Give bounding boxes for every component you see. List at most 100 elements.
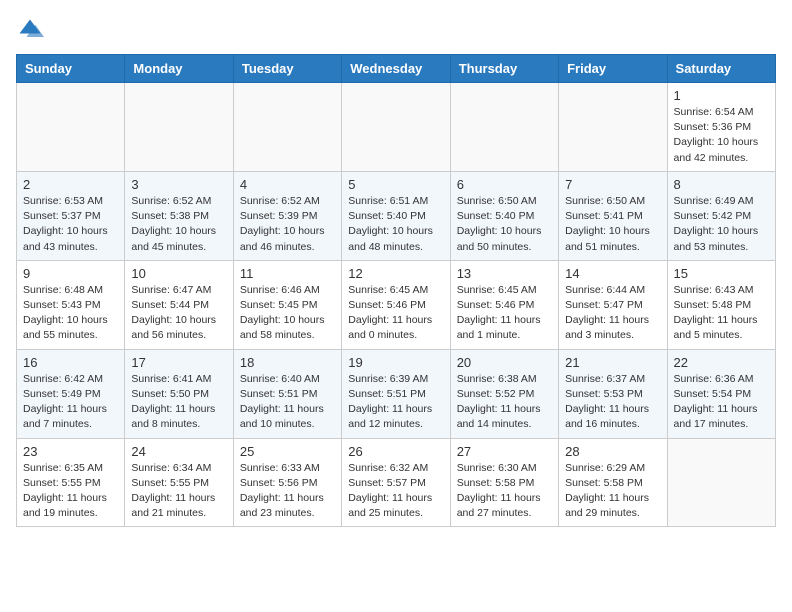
day-info: Sunrise: 6:45 AM Sunset: 5:46 PM Dayligh… [348, 283, 443, 344]
calendar-day-cell: 11 Sunrise: 6:46 AM Sunset: 5:45 PM Dayli… [233, 260, 341, 349]
day-info: Sunrise: 6:34 AM Sunset: 5:55 PM Dayligh… [131, 461, 226, 522]
calendar-day-cell: 17 Sunrise: 6:41 AM Sunset: 5:50 PM Dayli… [125, 349, 233, 438]
day-number: 10 [131, 266, 226, 281]
calendar-day-cell: 21 Sunrise: 6:37 AM Sunset: 5:53 PM Dayli… [559, 349, 667, 438]
calendar-week-row: 16Sunrise: 6:42 AM Sunset: 5:49 PM Dayli… [17, 349, 776, 438]
day-number: 27 [457, 444, 552, 459]
calendar-day-cell [17, 83, 125, 172]
day-info: Sunrise: 6:35 AM Sunset: 5:55 PM Dayligh… [23, 461, 118, 522]
day-number: 3 [131, 177, 226, 192]
day-number: 5 [348, 177, 443, 192]
calendar-week-row: 9 Sunrise: 6:48 AM Sunset: 5:43 PM Daylig… [17, 260, 776, 349]
day-number: 15 [674, 266, 769, 281]
logo [16, 16, 48, 44]
calendar-day-cell: 3 Sunrise: 6:52 AM Sunset: 5:38 PM Daylig… [125, 171, 233, 260]
calendar-table: SundayMondayTuesdayWednesdayThursdayFrid… [16, 54, 776, 527]
day-number: 1 [674, 88, 769, 103]
day-info: Sunrise: 6:38 AM Sunset: 5:52 PM Dayligh… [457, 372, 552, 433]
day-info: Sunrise: 6:30 AM Sunset: 5:58 PM Dayligh… [457, 461, 552, 522]
day-number: 17 [131, 355, 226, 370]
weekday-header-row: SundayMondayTuesdayWednesdayThursdayFrid… [17, 55, 776, 83]
day-number: 16 [23, 355, 118, 370]
calendar-day-cell: 26 Sunrise: 6:32 AM Sunset: 5:57 PM Dayli… [342, 438, 450, 527]
calendar-day-cell: 1 Sunrise: 6:54 AM Sunset: 5:36 PM Daylig… [667, 83, 775, 172]
calendar-day-cell: 22 Sunrise: 6:36 AM Sunset: 5:54 PM Dayli… [667, 349, 775, 438]
day-number: 26 [348, 444, 443, 459]
day-info: Sunrise: 6:37 AM Sunset: 5:53 PM Dayligh… [565, 372, 660, 433]
calendar-day-cell: 27 Sunrise: 6:30 AM Sunset: 5:58 PM Dayli… [450, 438, 558, 527]
day-info: Sunrise: 6:49 AM Sunset: 5:42 PM Dayligh… [674, 194, 769, 255]
day-number: 19 [348, 355, 443, 370]
calendar-week-row: 1 Sunrise: 6:54 AM Sunset: 5:36 PM Daylig… [17, 83, 776, 172]
calendar-day-cell [125, 83, 233, 172]
day-info: Sunrise: 6:41 AM Sunset: 5:50 PM Dayligh… [131, 372, 226, 433]
calendar-day-cell: 18 Sunrise: 6:40 AM Sunset: 5:51 PM Dayli… [233, 349, 341, 438]
calendar-day-cell: 8 Sunrise: 6:49 AM Sunset: 5:42 PM Daylig… [667, 171, 775, 260]
calendar-day-cell: 20 Sunrise: 6:38 AM Sunset: 5:52 PM Dayli… [450, 349, 558, 438]
day-number: 18 [240, 355, 335, 370]
calendar-week-row: 23Sunrise: 6:35 AM Sunset: 5:55 PM Dayli… [17, 438, 776, 527]
day-info: Sunrise: 6:45 AM Sunset: 5:46 PM Dayligh… [457, 283, 552, 344]
calendar-day-cell [667, 438, 775, 527]
calendar-day-cell: 9 Sunrise: 6:48 AM Sunset: 5:43 PM Daylig… [17, 260, 125, 349]
day-number: 28 [565, 444, 660, 459]
calendar-day-cell: 2Sunrise: 6:53 AM Sunset: 5:37 PM Daylig… [17, 171, 125, 260]
page-header [16, 16, 776, 44]
day-info: Sunrise: 6:29 AM Sunset: 5:58 PM Dayligh… [565, 461, 660, 522]
day-info: Sunrise: 6:52 AM Sunset: 5:38 PM Dayligh… [131, 194, 226, 255]
weekday-header-thursday: Thursday [450, 55, 558, 83]
calendar-day-cell: 16Sunrise: 6:42 AM Sunset: 5:49 PM Dayli… [17, 349, 125, 438]
day-number: 20 [457, 355, 552, 370]
day-info: Sunrise: 6:40 AM Sunset: 5:51 PM Dayligh… [240, 372, 335, 433]
day-number: 22 [674, 355, 769, 370]
day-number: 11 [240, 266, 335, 281]
calendar-day-cell: 13 Sunrise: 6:45 AM Sunset: 5:46 PM Dayli… [450, 260, 558, 349]
calendar-day-cell [450, 83, 558, 172]
calendar-day-cell: 5 Sunrise: 6:51 AM Sunset: 5:40 PM Daylig… [342, 171, 450, 260]
calendar-day-cell: 15 Sunrise: 6:43 AM Sunset: 5:48 PM Dayli… [667, 260, 775, 349]
weekday-header-friday: Friday [559, 55, 667, 83]
calendar-day-cell: 12 Sunrise: 6:45 AM Sunset: 5:46 PM Dayli… [342, 260, 450, 349]
day-info: Sunrise: 6:46 AM Sunset: 5:45 PM Dayligh… [240, 283, 335, 344]
day-info: Sunrise: 6:51 AM Sunset: 5:40 PM Dayligh… [348, 194, 443, 255]
day-number: 8 [674, 177, 769, 192]
day-info: Sunrise: 6:50 AM Sunset: 5:41 PM Dayligh… [565, 194, 660, 255]
calendar-day-cell [233, 83, 341, 172]
weekday-header-tuesday: Tuesday [233, 55, 341, 83]
day-number: 4 [240, 177, 335, 192]
calendar-day-cell: 23Sunrise: 6:35 AM Sunset: 5:55 PM Dayli… [17, 438, 125, 527]
calendar-day-cell: 6 Sunrise: 6:50 AM Sunset: 5:40 PM Daylig… [450, 171, 558, 260]
weekday-header-monday: Monday [125, 55, 233, 83]
logo-icon [16, 16, 44, 44]
calendar-day-cell [559, 83, 667, 172]
day-info: Sunrise: 6:48 AM Sunset: 5:43 PM Dayligh… [23, 283, 118, 344]
day-info: Sunrise: 6:52 AM Sunset: 5:39 PM Dayligh… [240, 194, 335, 255]
calendar-day-cell: 7Sunrise: 6:50 AM Sunset: 5:41 PM Daylig… [559, 171, 667, 260]
day-info: Sunrise: 6:54 AM Sunset: 5:36 PM Dayligh… [674, 105, 769, 166]
day-info: Sunrise: 6:33 AM Sunset: 5:56 PM Dayligh… [240, 461, 335, 522]
calendar-week-row: 2Sunrise: 6:53 AM Sunset: 5:37 PM Daylig… [17, 171, 776, 260]
calendar-day-cell: 14 Sunrise: 6:44 AM Sunset: 5:47 PM Dayli… [559, 260, 667, 349]
calendar-day-cell: 28 Sunrise: 6:29 AM Sunset: 5:58 PM Dayli… [559, 438, 667, 527]
day-number: 13 [457, 266, 552, 281]
day-info: Sunrise: 6:39 AM Sunset: 5:51 PM Dayligh… [348, 372, 443, 433]
day-info: Sunrise: 6:43 AM Sunset: 5:48 PM Dayligh… [674, 283, 769, 344]
weekday-header-wednesday: Wednesday [342, 55, 450, 83]
calendar-day-cell: 19 Sunrise: 6:39 AM Sunset: 5:51 PM Dayli… [342, 349, 450, 438]
day-number: 6 [457, 177, 552, 192]
day-number: 14 [565, 266, 660, 281]
weekday-header-saturday: Saturday [667, 55, 775, 83]
day-info: Sunrise: 6:44 AM Sunset: 5:47 PM Dayligh… [565, 283, 660, 344]
day-info: Sunrise: 6:50 AM Sunset: 5:40 PM Dayligh… [457, 194, 552, 255]
calendar-day-cell: 4 Sunrise: 6:52 AM Sunset: 5:39 PM Daylig… [233, 171, 341, 260]
day-number: 25 [240, 444, 335, 459]
day-number: 21 [565, 355, 660, 370]
weekday-header-sunday: Sunday [17, 55, 125, 83]
day-info: Sunrise: 6:36 AM Sunset: 5:54 PM Dayligh… [674, 372, 769, 433]
day-info: Sunrise: 6:32 AM Sunset: 5:57 PM Dayligh… [348, 461, 443, 522]
day-number: 9 [23, 266, 118, 281]
day-number: 12 [348, 266, 443, 281]
day-info: Sunrise: 6:53 AM Sunset: 5:37 PM Dayligh… [23, 194, 118, 255]
day-number: 24 [131, 444, 226, 459]
calendar-day-cell: 25 Sunrise: 6:33 AM Sunset: 5:56 PM Dayli… [233, 438, 341, 527]
